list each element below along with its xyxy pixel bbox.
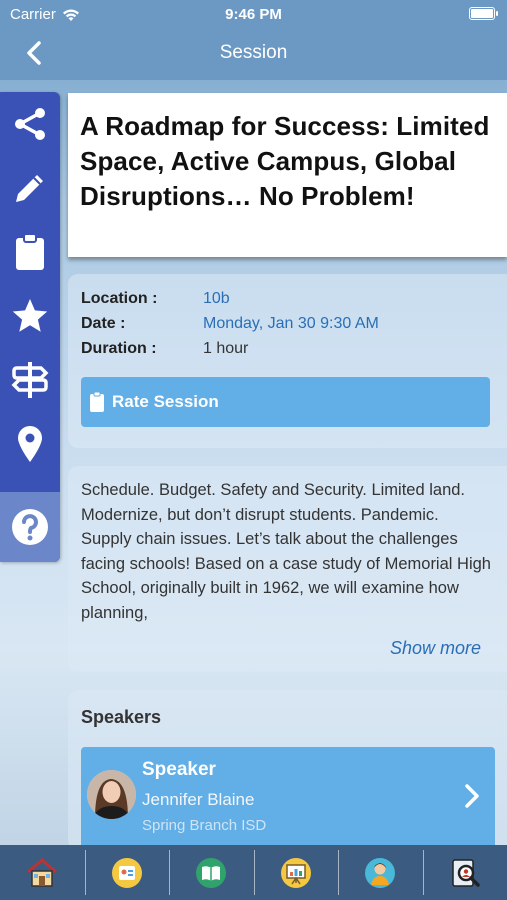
bottom-tab-bar <box>0 845 507 900</box>
status-bar: Carrier 9:46 PM <box>0 0 507 28</box>
session-description: Schedule. Budget. Safety and Security. L… <box>81 481 491 622</box>
signpost-icon <box>11 362 49 398</box>
person-icon <box>365 857 396 888</box>
speaker-org: Spring Branch ISD <box>142 817 267 834</box>
location-value[interactable]: 10b <box>203 290 230 308</box>
page-title: Session <box>219 42 288 63</box>
location-label: Location : <box>81 290 158 307</box>
map-pin-icon <box>18 426 42 462</box>
tab-person[interactable] <box>338 845 423 900</box>
tab-badge[interactable] <box>84 845 170 900</box>
speaker-photo <box>87 770 136 819</box>
presentation-icon <box>280 857 311 888</box>
help-icon <box>12 509 48 545</box>
survey-button[interactable] <box>0 220 60 284</box>
battery-icon <box>469 7 498 20</box>
speakers-panel: Speakers Speaker Jennifer Blaine Spring … <box>68 690 507 850</box>
speakers-heading: Speakers <box>81 707 162 727</box>
session-info-panel: Location : 10b Date : Monday, Jan 30 9:3… <box>68 274 507 448</box>
show-more-link[interactable]: Show more <box>390 638 481 659</box>
clipboard-icon <box>90 391 104 412</box>
book-icon <box>196 857 227 888</box>
search-icon <box>452 858 480 887</box>
tab-book[interactable] <box>169 845 254 900</box>
duration-label: Duration : <box>81 340 157 357</box>
share-icon <box>15 108 45 140</box>
session-title-card: A Roadmap for Success: Limited Space, Ac… <box>68 93 507 257</box>
top-bar: Carrier 9:46 PM Session <box>0 0 507 80</box>
rate-session-label: Rate Session <box>112 392 219 411</box>
clipboard-icon <box>16 233 44 270</box>
session-title: A Roadmap for Success: Limited Space, Ac… <box>80 111 490 211</box>
side-toolbar <box>0 92 60 562</box>
speaker-role: Speaker <box>142 759 216 780</box>
home-icon <box>27 857 58 887</box>
directions-button[interactable] <box>0 348 60 412</box>
star-icon <box>12 299 48 332</box>
favorite-button[interactable] <box>0 284 60 348</box>
chevron-right-icon <box>465 784 479 808</box>
notes-button[interactable] <box>0 156 60 220</box>
clock: 9:46 PM <box>225 6 282 23</box>
date-label: Date : <box>81 315 126 332</box>
pencil-icon <box>16 175 43 202</box>
tab-presentation[interactable] <box>253 845 339 900</box>
duration-value: 1 hour <box>203 340 249 357</box>
speaker-card[interactable]: Speaker Jennifer Blaine Spring Branch IS… <box>81 747 495 845</box>
rate-session-button[interactable]: Rate Session <box>81 377 490 427</box>
date-value[interactable]: Monday, Jan 30 9:30 AM <box>203 315 379 333</box>
share-button[interactable] <box>0 92 60 156</box>
avatar <box>87 770 136 819</box>
map-button[interactable] <box>0 412 60 476</box>
help-button[interactable] <box>0 492 60 562</box>
tab-home[interactable] <box>0 845 85 900</box>
speaker-name: Jennifer Blaine <box>142 790 255 809</box>
tab-search[interactable] <box>422 845 507 900</box>
description-panel: Schedule. Budget. Safety and Security. L… <box>68 466 507 672</box>
badge-icon <box>111 857 142 888</box>
